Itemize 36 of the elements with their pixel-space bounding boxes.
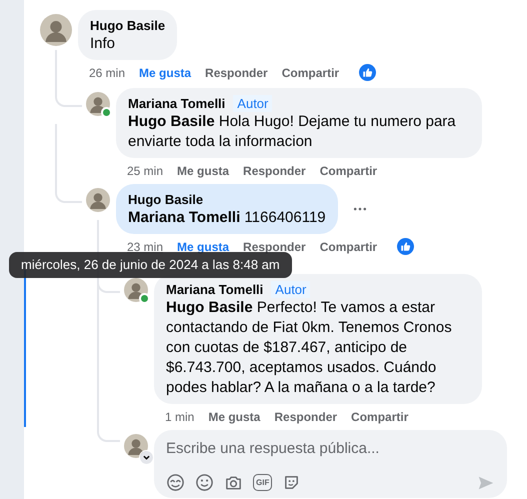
emoji-icon[interactable] bbox=[195, 473, 214, 492]
comment-text: Mariana Tomelli 1166406119 bbox=[128, 208, 326, 228]
author-name[interactable]: Mariana Tomelli bbox=[166, 281, 264, 298]
author-name[interactable]: Mariana Tomelli bbox=[128, 95, 226, 112]
author-badge: Autor bbox=[233, 95, 272, 112]
avatar-sticker-icon[interactable] bbox=[166, 473, 185, 492]
reply-link[interactable]: Responder bbox=[243, 240, 306, 254]
avatar[interactable] bbox=[40, 14, 72, 46]
timestamp-link[interactable]: 26 min bbox=[89, 66, 126, 80]
reply-link[interactable]: Responder bbox=[205, 66, 268, 80]
thread-line bbox=[55, 50, 82, 107]
timestamp-link[interactable]: 25 min bbox=[127, 164, 164, 178]
like-link[interactable]: Me gusta bbox=[139, 66, 192, 80]
share-link[interactable]: Compartir bbox=[282, 66, 340, 80]
timestamp-link[interactable]: 23 min bbox=[127, 240, 164, 254]
like-link[interactable]: Me gusta bbox=[177, 164, 230, 178]
author-name[interactable]: Hugo Basile bbox=[90, 17, 166, 34]
avatar[interactable] bbox=[86, 188, 110, 212]
share-link[interactable]: Compartir bbox=[320, 240, 378, 254]
avatar[interactable] bbox=[124, 434, 148, 458]
like-link[interactable]: Me gusta bbox=[208, 410, 260, 424]
gif-button[interactable]: GIF bbox=[253, 474, 272, 491]
date-tooltip: miércoles, 26 de junio de 2024 a las 8:48 am bbox=[9, 252, 292, 278]
author-badge: Autor bbox=[271, 281, 310, 298]
author-name[interactable]: Hugo Basile bbox=[128, 191, 204, 208]
reply-link[interactable]: Responder bbox=[243, 164, 306, 178]
comment-text: Hugo Basile Perfecto! Te vamos a estar contactando de Fiat 0km. Tenemos Cronos con cuotas de $187.467, anticipo de $6.743.700, aceptamos usados. Cuándo podes hablar? A la mañana o a la tarde? bbox=[166, 298, 453, 398]
timestamp-link[interactable]: 1 min bbox=[165, 410, 194, 424]
reply-link[interactable]: Responder bbox=[274, 410, 338, 424]
reply-field[interactable]: Escribe una respuesta pública... GIF bbox=[154, 430, 507, 498]
comment-text: Info bbox=[90, 34, 116, 54]
reply-input[interactable]: Escribe una respuesta pública... bbox=[166, 438, 495, 459]
share-link[interactable]: Compartir bbox=[320, 164, 378, 178]
comment-text: Hugo Basile Hola Hugo! Dejame tu numero para enviarte toda la informacion bbox=[128, 112, 457, 152]
share-link[interactable]: Compartir bbox=[351, 410, 408, 424]
like-link[interactable]: Me gusta bbox=[177, 240, 230, 254]
